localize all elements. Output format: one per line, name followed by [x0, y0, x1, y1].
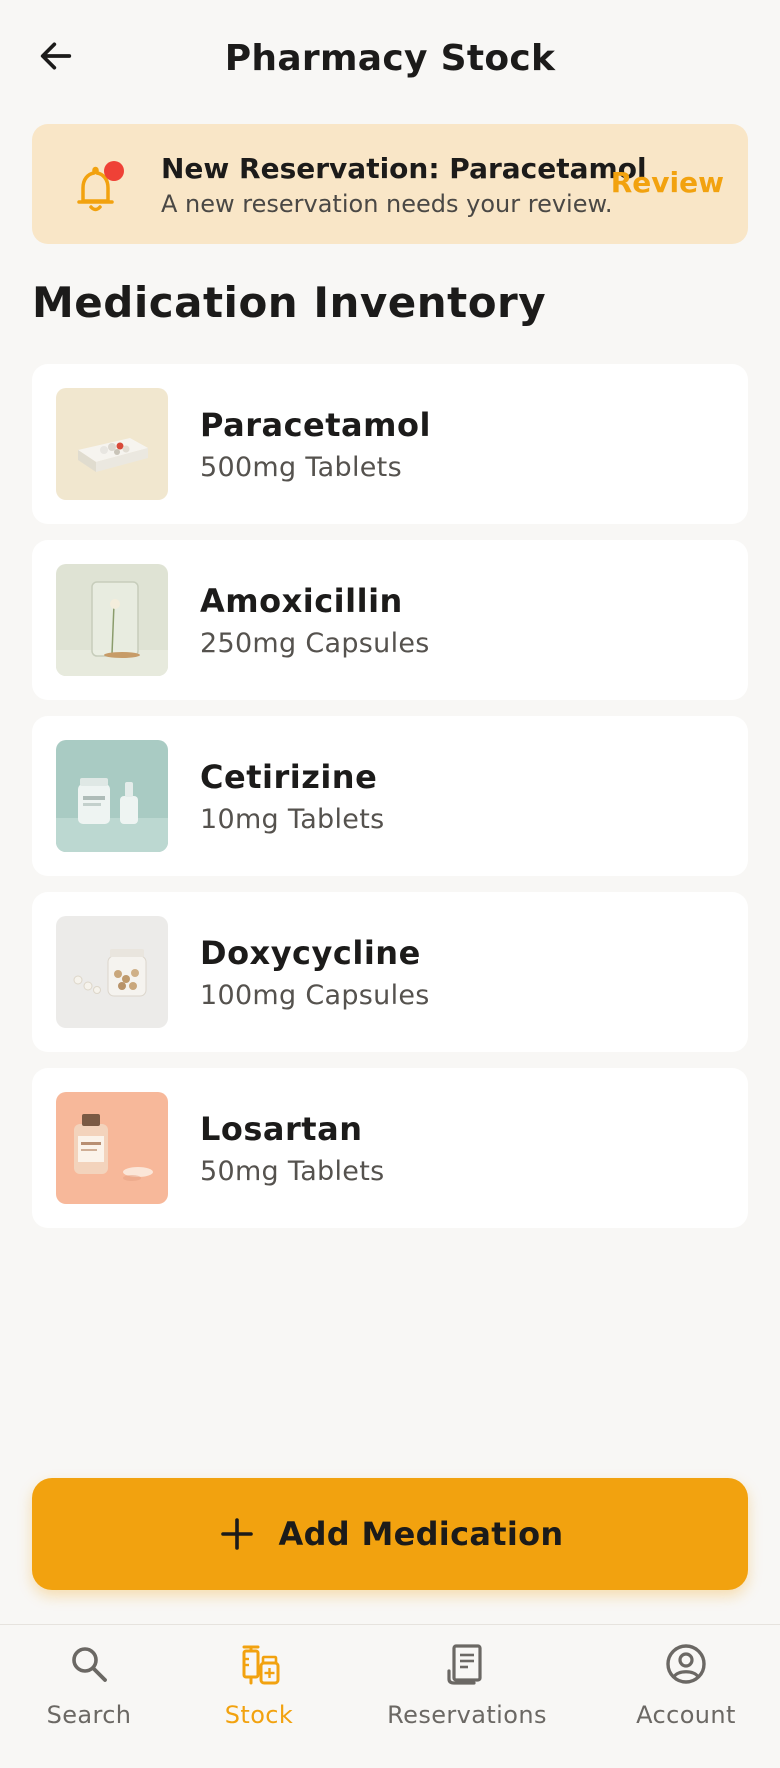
medication-thumbnail — [56, 1092, 168, 1204]
notification-badge — [104, 161, 124, 181]
medication-icon — [242, 1645, 280, 1685]
medication-thumbnail — [56, 388, 168, 500]
medication-thumbnail — [56, 916, 168, 1028]
medication-name: Doxycycline — [200, 934, 421, 972]
notification-title: New Reservation: Paracetamol — [161, 152, 647, 185]
medication-thumbnail — [56, 740, 168, 852]
nav-label-reservations: Reservations — [387, 1701, 547, 1729]
bell-icon — [62, 152, 134, 224]
medication-dosage: 250mg Capsules — [200, 628, 430, 659]
add-medication-button[interactable]: Add Medication — [32, 1478, 748, 1590]
medication-dosage: 10mg Tablets — [200, 804, 385, 835]
medication-card[interactable]: Paracetamol 500mg Tablets — [32, 364, 748, 524]
nav-item-stock[interactable]: Stock — [208, 1625, 310, 1768]
medication-card[interactable]: Losartan 50mg Tablets — [32, 1068, 748, 1228]
reservation-notification-banner: New Reservation: Paracetamol A new reser… — [32, 124, 748, 244]
page-title: Pharmacy Stock — [224, 38, 556, 79]
review-button[interactable]: Review — [611, 166, 724, 199]
medication-thumbnail — [56, 564, 168, 676]
add-medication-label: Add Medication — [278, 1515, 564, 1553]
notification-message: A new reservation needs your review. — [161, 190, 613, 218]
medication-card[interactable]: Cetirizine 10mg Tablets — [32, 716, 748, 876]
nav-label-account: Account — [636, 1701, 736, 1729]
medication-name: Paracetamol — [200, 406, 431, 444]
medication-card[interactable]: Doxycycline 100mg Capsules — [32, 892, 748, 1052]
medication-name: Amoxicillin — [200, 582, 403, 620]
medication-name: Cetirizine — [200, 758, 378, 796]
nav-item-account[interactable]: Account — [630, 1625, 742, 1768]
account-icon — [666, 1644, 706, 1684]
bottom-navigation: Search Stock Reservations Account — [0, 1624, 780, 1768]
search-icon — [72, 1647, 107, 1682]
plus-icon — [220, 1518, 253, 1550]
nav-item-search[interactable]: Search — [38, 1625, 140, 1768]
nav-label-stock: Stock — [224, 1701, 294, 1729]
nav-item-reservations[interactable]: Reservations — [378, 1625, 556, 1768]
medication-dosage: 500mg Tablets — [200, 452, 402, 483]
medication-dosage: 50mg Tablets — [200, 1156, 385, 1187]
medication-list: Paracetamol 500mg Tablets Amoxicillin 25… — [32, 364, 748, 1244]
medication-name: Losartan — [200, 1110, 363, 1148]
nav-label-search: Search — [46, 1701, 132, 1729]
section-title: Medication Inventory — [32, 278, 547, 327]
app-header: Pharmacy Stock — [0, 0, 780, 120]
medication-dosage: 100mg Capsules — [200, 980, 430, 1011]
receipt-icon — [447, 1644, 482, 1685]
medication-card[interactable]: Amoxicillin 250mg Capsules — [32, 540, 748, 700]
